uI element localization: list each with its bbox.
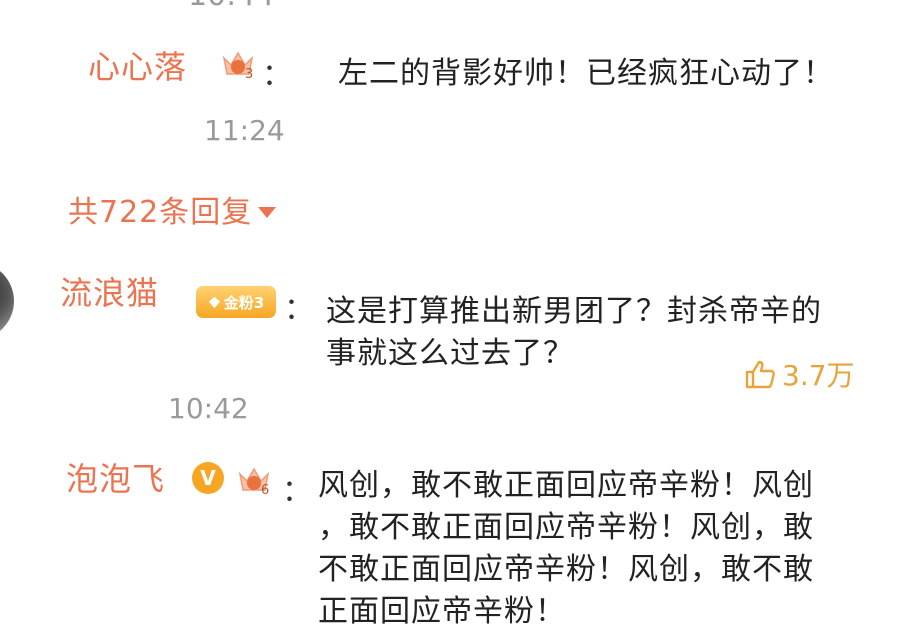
gem-icon [208,296,220,308]
svg-text:3: 3 [245,67,253,82]
comment-3-level-badge: 6 [236,462,272,502]
crown-level-icon: 3 [222,51,253,82]
comment-2-username[interactable]: 流浪猫 [60,268,159,314]
comment-1-username[interactable]: 心心落 [88,42,187,88]
comment-1-time: 11:24 [204,114,285,147]
comment-3-text-line-4: 正面回应帝辛粉！ [318,594,566,629]
comment-1-level-badge: 3 [220,46,256,86]
comment-2-colon: ： [284,292,314,327]
crown-level-icon: 6 [238,467,269,498]
avatar[interactable] [0,262,14,340]
like-count: 3.7万 [782,359,855,392]
fan-badge: 金粉3 [196,286,276,318]
view-replies-link[interactable]: 共722条回复 [68,187,277,231]
comment-2-text-line-2: 事就这么过去了？ [326,336,574,371]
comment-3-username[interactable]: 泡泡飞 [66,454,165,500]
vip-icon: V [192,462,224,494]
comment-3-colon: ： [282,474,312,509]
comment-3-text-line-3: 不敢正面回应帝辛粉！风创，敢不敢 [318,552,814,587]
replies-label: 共722条回复 [68,195,253,230]
comment-2-text-line-1: 这是打算推出新男团了？封杀帝辛的 [326,294,822,329]
thumbs-up-icon [745,360,775,389]
caret-down-icon [258,206,277,218]
comment-3-text-line-1: 风创，敢不敢正面回应帝辛粉！风创 [318,468,814,503]
like-button[interactable]: 3.7万 [744,354,855,394]
comment-1-colon: ： [262,58,292,93]
comment-1-text: 左二的背影好帅！已经疯狂心动了！ [338,56,834,91]
svg-text:6: 6 [261,483,269,498]
previous-comment-time: 10:44 [188,0,274,13]
comment-3-text-line-2: ，敢不敢正面回应帝辛粉！风创，敢 [318,510,814,545]
comment-2-time: 10:42 [168,392,249,425]
